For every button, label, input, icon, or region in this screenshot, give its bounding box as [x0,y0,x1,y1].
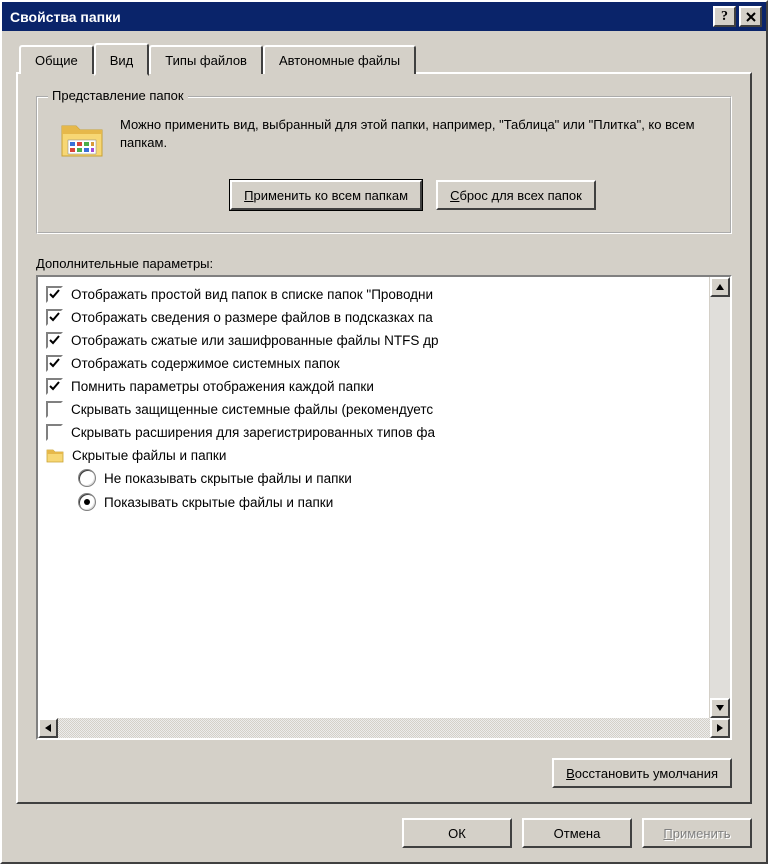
list-item[interactable]: Отображать сведения о размере файлов в п… [42,306,705,329]
vertical-scrollbar[interactable] [709,277,730,718]
scroll-down-button[interactable] [710,698,730,718]
item-label: Помнить параметры отображения каждой пап… [71,379,374,394]
tab-panel-view: Представление папок [16,72,752,804]
item-label: Скрывать защищенные системные файлы (рек… [71,402,433,417]
list-items[interactable]: Отображать простой вид папок в списке па… [38,277,709,718]
item-label: Отображать содержимое системных папок [71,356,340,371]
radio-icon[interactable] [78,493,96,511]
list-item[interactable]: Отображать простой вид папок в списке па… [42,283,705,306]
checkbox-icon[interactable] [46,401,63,418]
checkbox-icon[interactable] [46,424,63,441]
scroll-track[interactable] [710,297,730,698]
list-item[interactable]: Отображать содержимое системных папок [42,352,705,375]
list-item[interactable]: Скрывать защищенные системные файлы (рек… [42,398,705,421]
titlebar[interactable]: Свойства папки ? [2,2,766,31]
item-label: Отображать простой вид папок в списке па… [71,287,433,302]
horizontal-scrollbar[interactable] [38,718,730,738]
checkbox-icon[interactable] [46,286,63,303]
tab-offline-files[interactable]: Автономные файлы [263,45,416,74]
item-label: Отображать сжатые или зашифрованные файл… [71,333,438,348]
list-item[interactable]: Помнить параметры отображения каждой пап… [42,375,705,398]
item-label: Показывать скрытые файлы и папки [104,495,333,510]
item-label: Не показывать скрытые файлы и папки [104,471,352,486]
scroll-track-h[interactable] [58,718,710,738]
list-item[interactable]: Показывать скрытые файлы и папки [42,490,705,514]
group-description: Можно применить вид, выбранный для этой … [120,116,716,152]
restore-defaults-button[interactable]: Восстановить умолчания [552,758,732,788]
apply-to-all-button[interactable]: Применить ко всем папкам [230,180,422,210]
checkbox-icon[interactable] [46,332,63,349]
folder-options-window: Свойства папки ? Общие Вид Типы файлов А… [0,0,768,864]
item-label: Скрывать расширения для зарегистрированн… [71,425,435,440]
tab-file-types[interactable]: Типы файлов [149,45,263,74]
apply-button[interactable]: Применить [642,818,752,848]
checkbox-icon[interactable] [46,355,63,372]
scroll-left-button[interactable] [38,718,58,738]
folder-icon [58,116,106,164]
dialog-body: Общие Вид Типы файлов Автономные файлы П… [2,31,766,804]
reset-all-button[interactable]: Сброс для всех папок [436,180,596,210]
list-item[interactable]: Скрывать расширения для зарегистрированн… [42,421,705,444]
advanced-settings-list: Отображать простой вид папок в списке па… [36,275,732,740]
checkbox-icon[interactable] [46,309,63,326]
group-legend: Представление папок [48,88,188,103]
tab-bar: Общие Вид Типы файлов Автономные файлы [16,45,752,74]
checkbox-icon[interactable] [46,378,63,395]
item-label: Скрытые файлы и папки [72,448,226,463]
item-label: Отображать сведения о размере файлов в п… [71,310,433,325]
list-item[interactable]: Скрытые файлы и папки [42,444,705,466]
cancel-button[interactable]: Отмена [522,818,632,848]
list-item[interactable]: Отображать сжатые или зашифрованные файл… [42,329,705,352]
help-button[interactable]: ? [713,6,736,27]
scroll-right-button[interactable] [710,718,730,738]
list-item[interactable]: Не показывать скрытые файлы и папки [42,466,705,490]
folder-view-group: Представление папок [36,96,732,234]
advanced-label: Дополнительные параметры: [36,256,732,271]
tab-general[interactable]: Общие [19,45,94,74]
ok-button[interactable]: ОК [402,818,512,848]
tab-view[interactable]: Вид [94,43,150,76]
dialog-footer: ОК Отмена Применить [2,804,766,862]
scroll-up-button[interactable] [710,277,730,297]
close-button[interactable] [739,6,762,27]
radio-icon[interactable] [78,469,96,487]
window-title: Свойства папки [10,9,710,25]
